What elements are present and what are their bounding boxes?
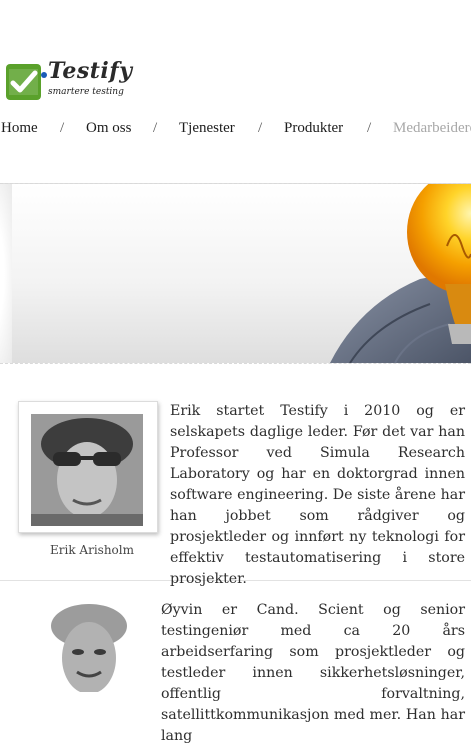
logo-wordmark: Testify (48, 58, 133, 84)
member-photo (46, 600, 132, 692)
nav-produkter[interactable]: Produkter (284, 120, 343, 137)
portrait-icon (31, 414, 143, 526)
nav-separator: / (367, 120, 372, 136)
checkmark-icon (6, 64, 41, 100)
logo-tagline: smartere testing (48, 87, 124, 97)
lightbulb-icon (330, 184, 471, 363)
nav-medarbeidere[interactable]: Medarbeidere (393, 120, 471, 137)
testify-logo[interactable]: Testify smartere testing (6, 58, 132, 102)
member-bio: Øyvin er Cand. Scient og senior testinge… (161, 602, 465, 744)
portrait-icon (46, 600, 132, 692)
nav-home[interactable]: Home (1, 120, 38, 137)
nav-separator: / (258, 120, 263, 136)
member-bio: Erik startet Testify i 2010 og er selska… (170, 403, 465, 587)
member-photo-frame (18, 401, 158, 533)
breadcrumb-nav: Home / Om oss / Tjenester / Produkter / … (0, 118, 471, 140)
nav-separator: / (60, 120, 65, 136)
member-card: Øyvin er Cand. Scient og senior testinge… (0, 600, 471, 744)
member-card: Erik Arisholm Erik startet Testify i 201… (0, 392, 471, 587)
nav-separator: / (153, 120, 158, 136)
nav-om-oss[interactable]: Om oss (86, 120, 131, 137)
hero-banner (0, 183, 471, 364)
nav-tjenester[interactable]: Tjenester (179, 120, 235, 137)
member-name: Erik Arisholm (50, 543, 134, 557)
member-photo (31, 414, 143, 526)
logo-dot (41, 72, 47, 78)
